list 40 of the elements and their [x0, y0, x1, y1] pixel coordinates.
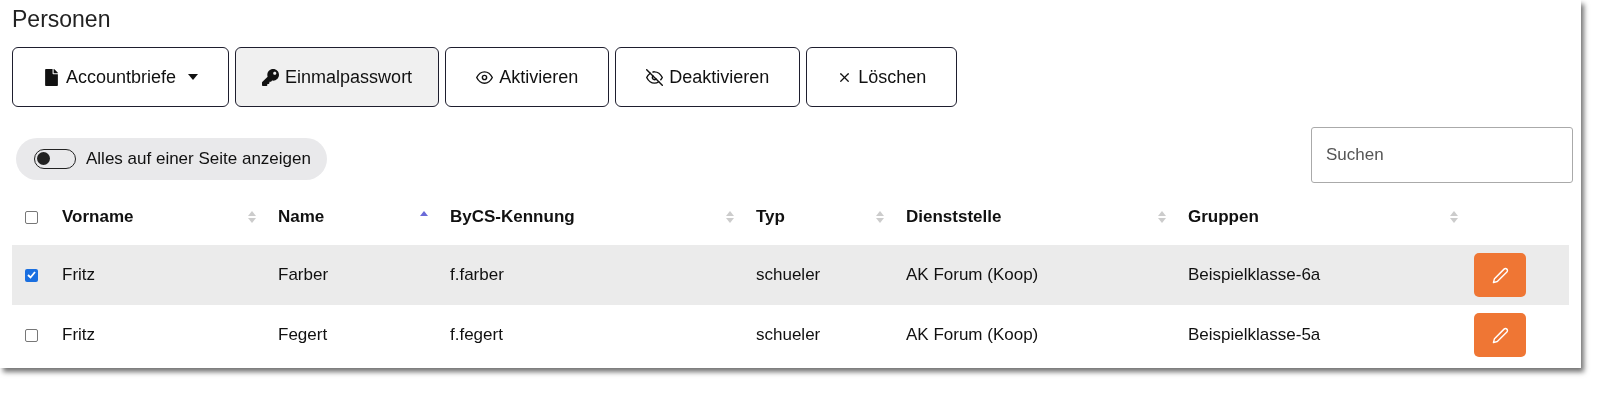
- column-header[interactable]: ByCS-Kennung: [450, 207, 575, 227]
- eye-slash-icon: [646, 68, 664, 86]
- table-cell-text: f.fegert: [449, 325, 504, 345]
- column-header[interactable]: Gruppen: [1188, 207, 1259, 227]
- action-button[interactable]: Löschen: [806, 47, 958, 107]
- table-cell-text: Farber: [277, 265, 330, 285]
- table-row[interactable]: Fritz Farber f.farber schueler AK Forum (Koop) Beispielklasse-6a: [12, 245, 1569, 305]
- column-header[interactable]: Typ: [756, 207, 785, 227]
- table-cell-text: Fritz: [61, 325, 97, 345]
- search-field[interactable]: Suchen: [1311, 127, 1573, 183]
- caret-icon: [188, 74, 199, 80]
- page-title: Personen: [12, 6, 112, 33]
- table-cell-text: AK Forum (Koop): [905, 325, 1040, 345]
- table-cell-text: Beispielklasse-6a: [1187, 265, 1322, 285]
- toggle-pill[interactable]: Alles auf einer Seite anzeigen: [16, 138, 327, 180]
- column-header[interactable]: Name: [278, 207, 325, 227]
- action-button[interactable]: Deaktivieren: [615, 47, 801, 107]
- table-cell-text: f.farber: [449, 265, 505, 285]
- column-header[interactable]: Dienststelle: [906, 207, 1002, 227]
- table-cell-text: Fegert: [277, 325, 329, 345]
- select-all-checkbox[interactable]: [24, 210, 38, 224]
- pencil-icon: [1491, 266, 1509, 284]
- key-icon: [262, 68, 280, 86]
- eye-icon: [476, 68, 494, 86]
- table-cell-text: schueler: [755, 265, 822, 285]
- column-header[interactable]: Vorname: [62, 207, 134, 227]
- table-cell-text: AK Forum (Koop): [905, 265, 1040, 285]
- table-cell-text: Beispielklasse-5a: [1187, 325, 1322, 345]
- table-cell-text: Fritz: [61, 265, 97, 285]
- toggle-label: Alles auf einer Seite anzeigen: [86, 149, 311, 169]
- table-cell-text: schueler: [755, 325, 822, 345]
- edit-button[interactable]: [1474, 253, 1526, 297]
- action-button[interactable]: Einmalpasswort: [235, 47, 440, 107]
- row-checkbox[interactable]: [24, 268, 38, 282]
- file-icon: [43, 68, 60, 86]
- action-button[interactable]: Accountbriefe: [12, 47, 230, 107]
- pencil-icon: [1491, 326, 1509, 344]
- row-checkbox[interactable]: [24, 328, 38, 342]
- action-button[interactable]: Aktivieren: [445, 47, 610, 107]
- edit-button[interactable]: [1474, 313, 1526, 357]
